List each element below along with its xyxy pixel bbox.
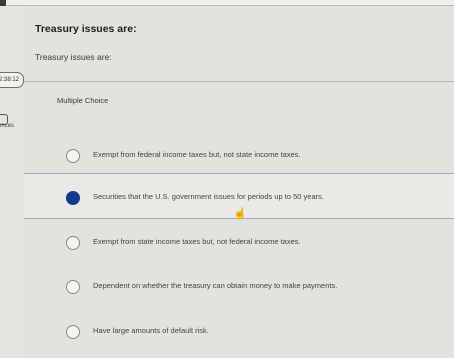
- answer-option-label[interactable]: Exempt from federal income taxes but, no…: [93, 150, 301, 159]
- answer-option[interactable]: Dependent on whether the treasury can ob…: [24, 263, 454, 309]
- answer-option-label[interactable]: Dependent on whether the treasury can ob…: [93, 281, 337, 290]
- question-type-label: Multiple Choice: [57, 96, 109, 105]
- answer-option-label[interactable]: Securities that the U.S. government issu…: [93, 192, 324, 201]
- answer-option-label[interactable]: Exempt from state income taxes but, not …: [93, 237, 301, 246]
- answer-option-label[interactable]: Have large amounts of default risk.: [93, 326, 209, 335]
- answer-option[interactable]: Exempt from state income taxes but, not …: [24, 219, 454, 265]
- left-rail: 2:38:12 ences: [0, 6, 24, 358]
- timer-badge: 2:38:12: [0, 72, 24, 88]
- answer-option[interactable]: Exempt from federal income taxes but, no…: [24, 132, 454, 178]
- answer-option[interactable]: Have large amounts of default risk.: [24, 308, 454, 354]
- page-title: Treasury issues are:: [35, 23, 137, 35]
- references-label[interactable]: ences: [0, 123, 14, 129]
- radio-button-checked[interactable]: [66, 191, 80, 205]
- radio-button[interactable]: [66, 236, 80, 250]
- question-text: Treasury issues are:: [35, 52, 112, 62]
- hand-cursor-icon: ☝: [233, 208, 247, 220]
- radio-button[interactable]: [66, 280, 80, 294]
- divider: [24, 81, 454, 82]
- radio-button[interactable]: [66, 325, 80, 339]
- radio-button[interactable]: [66, 149, 80, 163]
